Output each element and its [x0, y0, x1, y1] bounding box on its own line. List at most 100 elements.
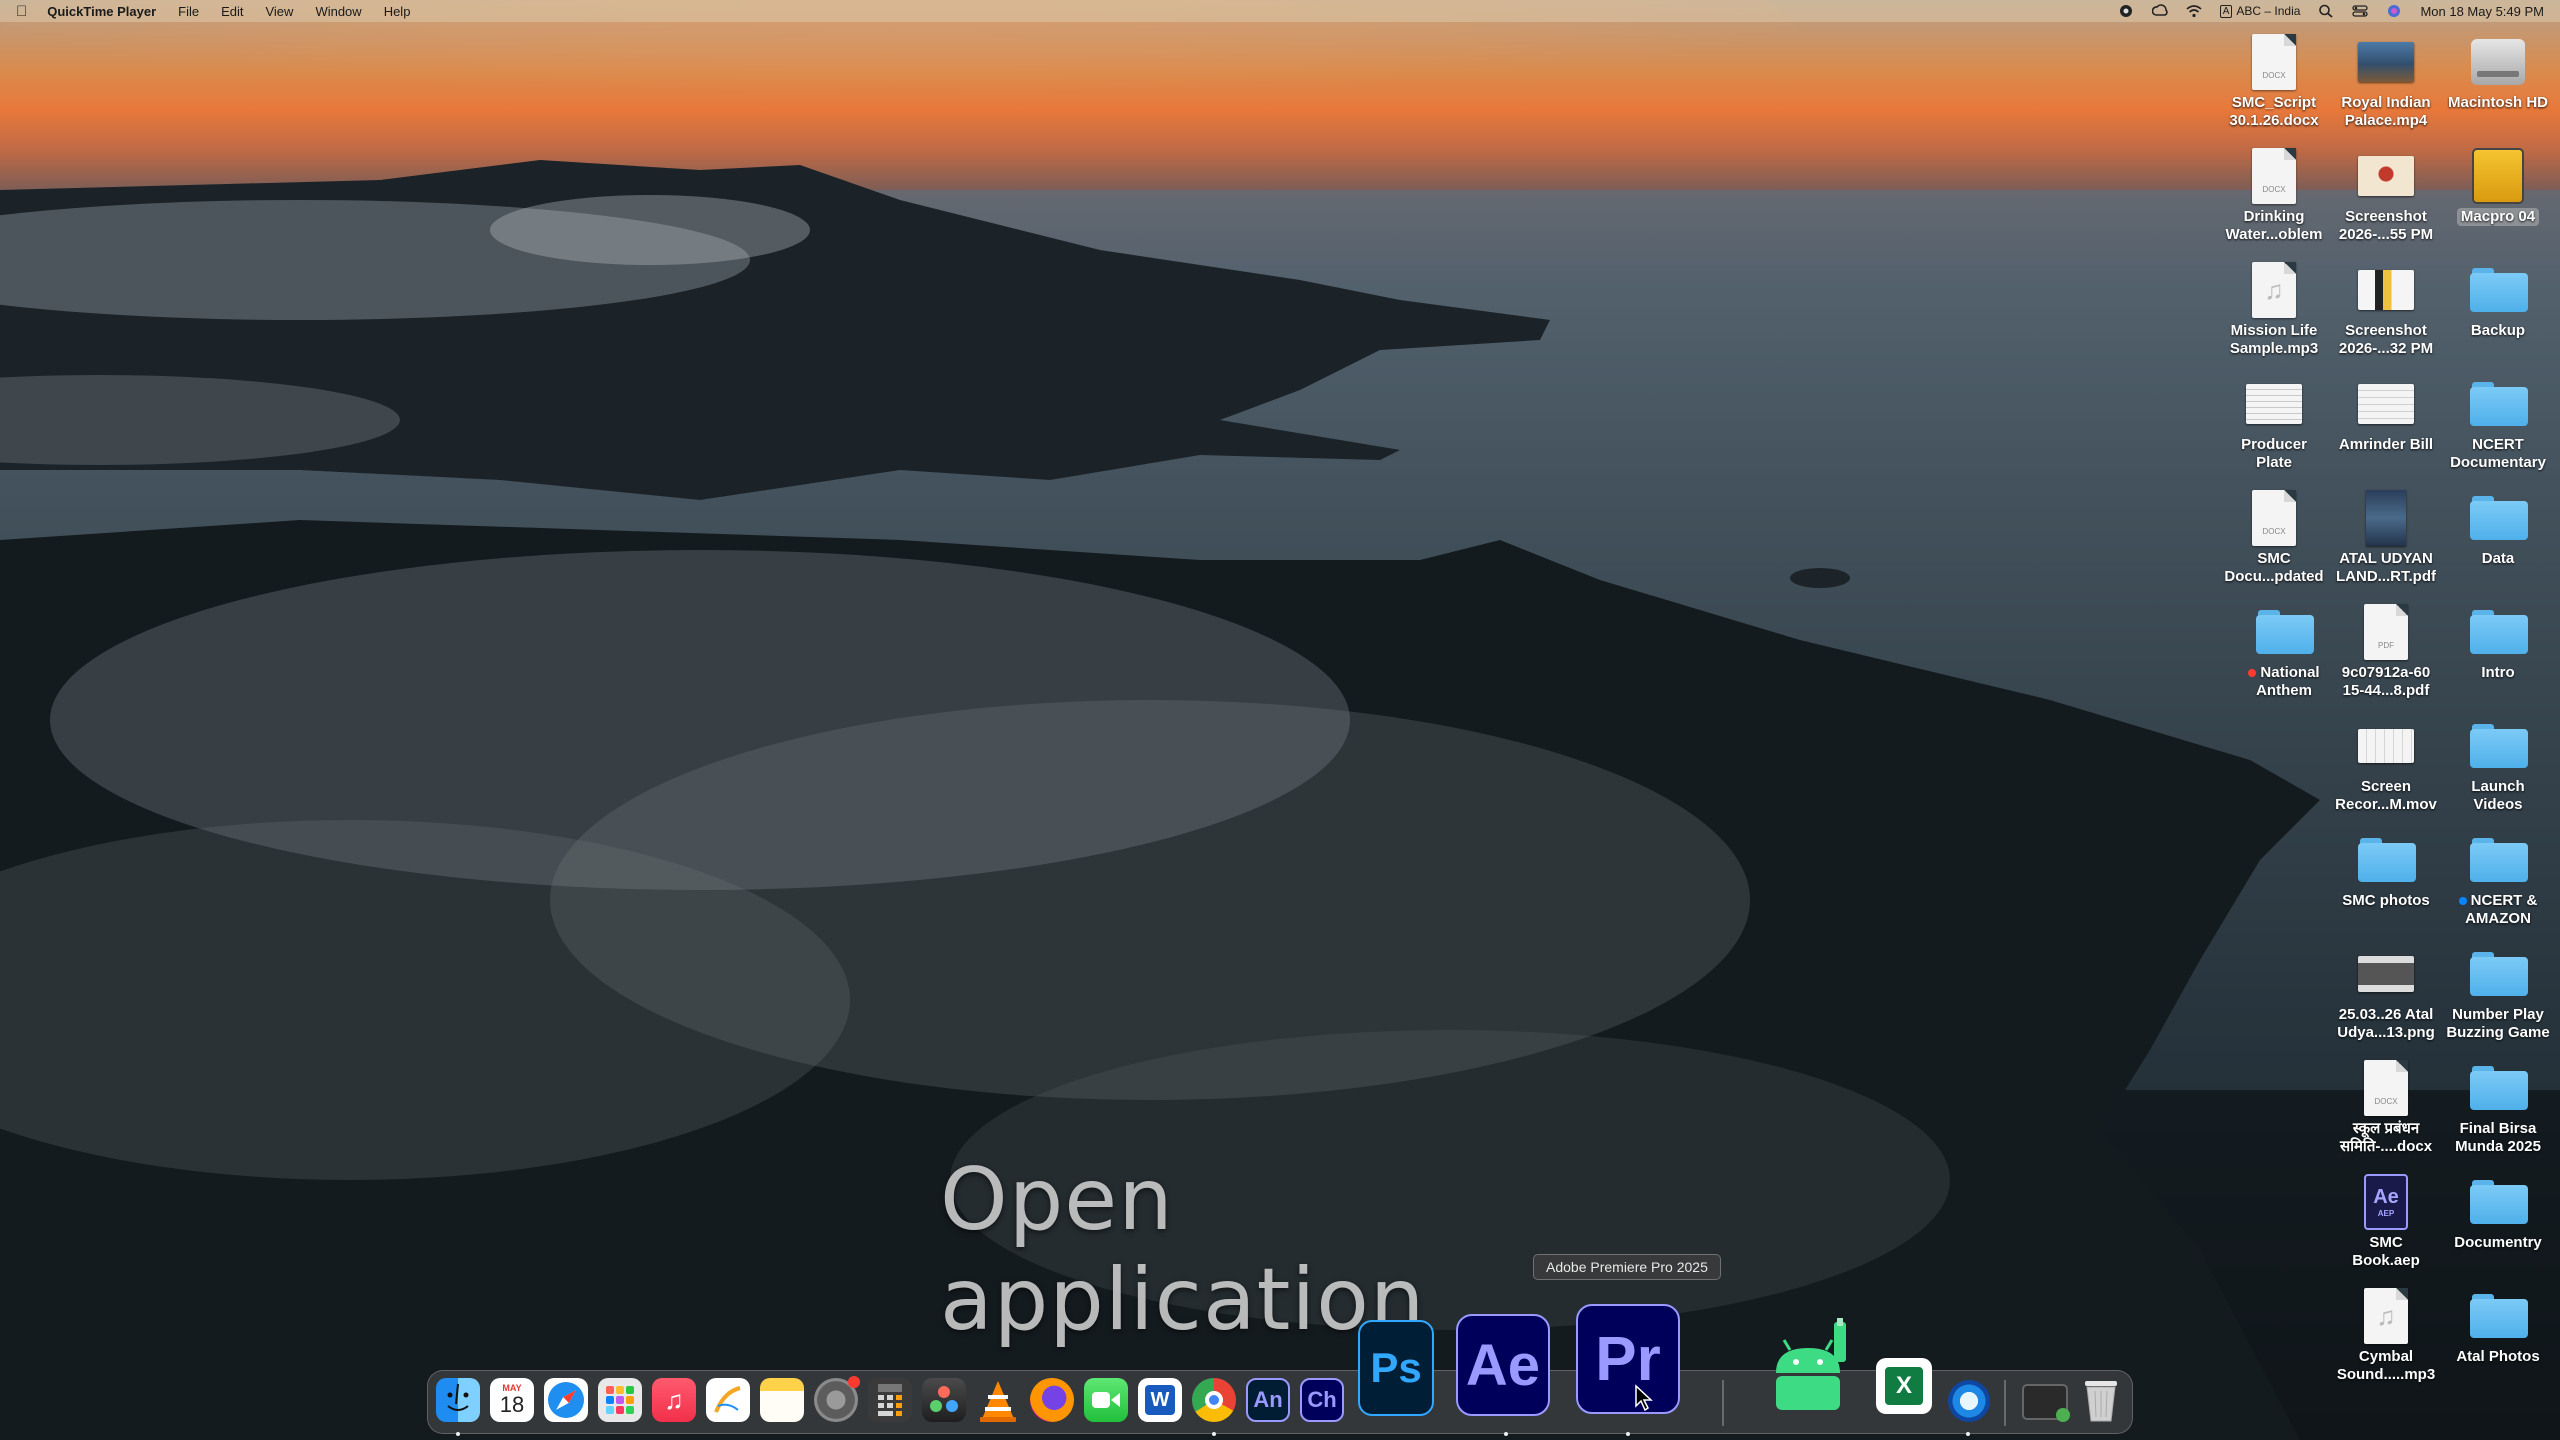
desktop-folder-final-birsa-munda[interactable]: Final Birsa Munda 2025 [2442, 1058, 2554, 1156]
menu-window[interactable]: Window [315, 4, 361, 19]
folder-icon [2256, 602, 2314, 662]
apple-logo-icon[interactable]:  [16, 3, 27, 20]
desktop-file-screenshot-32pm[interactable]: Screenshot 2026-...32 PM [2330, 260, 2442, 358]
desktop-item-label: ATAL UDYAN LAND...RT.pdf [2336, 550, 2436, 585]
chrome-icon[interactable] [1192, 1378, 1236, 1422]
desktop-file-smc-book-aep[interactable]: Ae AEP SMC Book.aep [2330, 1172, 2442, 1270]
desktop-file-screenshot-55pm[interactable]: Screenshot 2026-...55 PM [2330, 146, 2442, 244]
desktop-folder-backup[interactable]: Backup [2442, 260, 2554, 340]
red-tag-icon [2248, 669, 2257, 678]
calculator-icon[interactable] [868, 1378, 912, 1422]
desktop-folder-intro[interactable]: Intro [2442, 602, 2554, 682]
finder-icon[interactable] [436, 1378, 480, 1422]
facetime-icon[interactable] [1084, 1378, 1128, 1422]
desktop-file-9c07912a-pdf[interactable]: PDF 9c07912a-60 15-44...8.pdf [2330, 602, 2442, 700]
desktop-item-label: National Anthem [2228, 664, 2340, 700]
desktop-item-label: Screenshot 2026-...32 PM [2338, 322, 2434, 357]
screen-recording-icon[interactable] [2118, 4, 2134, 18]
vlc-icon[interactable] [976, 1378, 1020, 1424]
wifi-icon[interactable] [2186, 4, 2202, 18]
desktop-item-label: 9c07912a-60 15-44...8.pdf [2341, 664, 2431, 699]
desktop-item-label: SMC_Script 30.1.26.docx [2229, 94, 2319, 129]
siri-icon[interactable] [2386, 4, 2402, 18]
desktop-disk-macpro-04[interactable]: Macpro 04 [2442, 146, 2554, 226]
system-settings-icon[interactable] [814, 1376, 860, 1422]
desktop-file-mission-life[interactable]: ♫ Mission Life Sample.mp3 [2218, 260, 2330, 358]
character-animator-icon[interactable]: Ch [1300, 1378, 1344, 1422]
animate-icon[interactable]: An [1246, 1378, 1290, 1422]
firefox-icon[interactable] [1030, 1378, 1074, 1422]
excel-glyph: X [1885, 1367, 1923, 1405]
menu-edit[interactable]: Edit [221, 4, 243, 19]
app-menu-quicktime[interactable]: QuickTime Player [47, 4, 156, 19]
desktop-item-label: Screen Recor...M.mov [2335, 778, 2437, 813]
pdf-thumbnail-icon [2246, 374, 2302, 434]
premiere-pro-icon[interactable]: Pr [1576, 1304, 1680, 1414]
image-thumbnail-icon [2358, 260, 2414, 320]
spotlight-search-icon[interactable] [2318, 4, 2334, 18]
docx-file-icon: DOCX [2358, 1058, 2414, 1118]
running-indicator [1626, 1432, 1630, 1436]
menu-view[interactable]: View [265, 4, 293, 19]
music-icon[interactable]: ♫ [652, 1378, 696, 1422]
desktop-file-atal-udyan[interactable]: ATAL UDYAN LAND...RT.pdf [2330, 488, 2442, 586]
davinci-resolve-icon[interactable] [922, 1378, 966, 1422]
quicktime-icon[interactable] [1948, 1380, 1990, 1422]
audio-file-icon: ♫ [2358, 1286, 2414, 1346]
desktop-folder-atal-photos[interactable]: Atal Photos [2442, 1286, 2554, 1366]
screen-capture-icon[interactable] [2022, 1384, 2070, 1422]
creative-cloud-icon[interactable] [2151, 4, 2168, 18]
video-caption: Open application [940, 1150, 1426, 1350]
trash-icon[interactable] [2080, 1378, 2122, 1424]
after-effects-icon[interactable]: Ae [1456, 1314, 1550, 1416]
image-thumbnail-icon [2358, 146, 2414, 206]
android-studio-icon[interactable] [1758, 1318, 1858, 1418]
desktop-file-smc-docu[interactable]: DOCX SMC Docu...pdated [2218, 488, 2330, 586]
desktop-folder-data[interactable]: Data [2442, 488, 2554, 568]
launchpad-icon[interactable] [598, 1378, 642, 1422]
desktop-item-label: Producer Plate [2241, 436, 2307, 471]
desktop-item-label: Royal Indian Palace.mp4 [2341, 94, 2431, 129]
desktop-item-label: SMC photos [2342, 892, 2430, 909]
desktop-folder-launch-videos[interactable]: Launch Videos [2442, 716, 2554, 814]
desktop-item-label: Backup [2470, 322, 2526, 339]
desktop-item-label: Atal Photos [2456, 1348, 2540, 1365]
desktop-file-cymbal-sound[interactable]: ♫ Cymbal Sound.....mp3 [2330, 1286, 2442, 1384]
desktop-file-screen-recording[interactable]: Screen Recor...M.mov [2330, 716, 2442, 814]
folder-icon [2470, 830, 2528, 890]
control-center-icon[interactable] [2352, 4, 2369, 18]
desktop-item-label: Cymbal Sound.....mp3 [2336, 1348, 2436, 1383]
safari-icon[interactable] [544, 1378, 588, 1422]
desktop-folder-number-play[interactable]: Number Play Buzzing Game [2442, 944, 2554, 1042]
photoshop-icon[interactable]: Ps [1358, 1320, 1434, 1416]
input-source[interactable]: A ABC – India [2219, 4, 2300, 18]
desktop-file-amrinder-bill[interactable]: Amrinder Bill [2330, 374, 2442, 454]
desktop-file-school-committee-docx[interactable]: DOCX स्कूल प्रबंधन समिति-....docx [2330, 1058, 2442, 1156]
desktop-item-label: NCERT & AMAZON [2442, 892, 2554, 928]
desktop-item-label: Documentry [2454, 1234, 2542, 1251]
desktop-file-atal-udyan-png[interactable]: 25.03..26 Atal Udya...13.png [2330, 944, 2442, 1042]
screen-capture-badge-icon [2056, 1408, 2070, 1422]
desktop-file-producer-plate[interactable]: Producer Plate [2218, 374, 2330, 472]
menu-help[interactable]: Help [384, 4, 411, 19]
excel-icon[interactable]: X [1876, 1358, 1932, 1414]
desktop-file-smc-script[interactable]: DOCX SMC_Script 30.1.26.docx [2218, 32, 2330, 130]
desktop-folder-national-anthem[interactable]: National Anthem [2228, 602, 2340, 700]
notes-icon[interactable] [760, 1378, 804, 1422]
video-thumbnail-icon [2358, 716, 2414, 776]
freeform-icon[interactable] [706, 1378, 750, 1422]
desktop-folder-smc-photos[interactable]: SMC photos [2330, 830, 2442, 910]
desktop-disk-macintosh-hd[interactable]: Macintosh HD [2442, 32, 2554, 112]
pdf-file-icon: PDF [2358, 602, 2414, 662]
desktop-folder-ncert-documentary[interactable]: NCERT Documentary [2442, 374, 2554, 472]
chrome-center-icon [1205, 1391, 1223, 1409]
desktop-folder-documentry[interactable]: Documentry [2442, 1172, 2554, 1252]
desktop-folder-ncert-amazon[interactable]: NCERT & AMAZON [2442, 830, 2554, 928]
desktop-file-drinking-water[interactable]: DOCX Drinking Water...oblem [2218, 146, 2330, 244]
image-thumbnail-icon [2358, 944, 2414, 1004]
menu-file[interactable]: File [178, 4, 199, 19]
word-icon[interactable]: W [1138, 1378, 1182, 1422]
desktop-file-royal-indian-palace[interactable]: Royal Indian Palace.mp4 [2330, 32, 2442, 130]
calendar-icon[interactable]: MAY 18 [490, 1378, 534, 1422]
menubar-clock[interactable]: Mon 18 May 5:49 PM [2420, 4, 2544, 19]
